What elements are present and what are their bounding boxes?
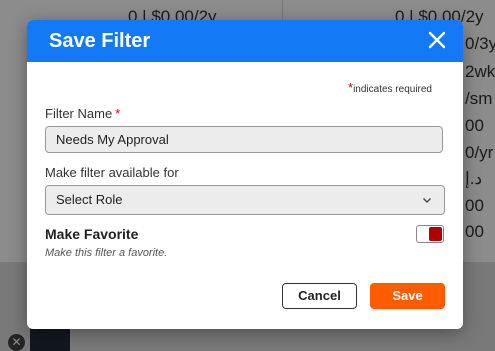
- role-select-value: Select Role: [56, 192, 123, 207]
- required-note: *indicates required: [348, 80, 432, 95]
- save-button[interactable]: Save: [370, 283, 445, 309]
- favorite-description: Make this filter a favorite.: [45, 247, 168, 259]
- filter-name-label: Filter Name *: [45, 106, 120, 121]
- cancel-button[interactable]: Cancel: [282, 283, 357, 309]
- favorite-toggle[interactable]: [416, 225, 444, 243]
- role-select[interactable]: Select Role: [45, 185, 445, 215]
- favorite-title: Make Favorite: [45, 226, 139, 242]
- required-star-icon: *: [115, 106, 121, 121]
- available-for-label: Make filter available for: [45, 165, 179, 180]
- dialog-title: Save Filter: [49, 30, 151, 52]
- save-filter-dialog: Save Filter *indicates required Filter N…: [27, 20, 463, 329]
- filter-name-label-text: Filter Name: [45, 106, 113, 121]
- toggle-knob: [429, 227, 442, 241]
- close-icon[interactable]: [427, 30, 447, 50]
- required-note-text: indicates required: [353, 84, 432, 95]
- chevron-down-icon: [423, 198, 431, 203]
- dialog-header: Save Filter: [27, 20, 463, 62]
- filter-name-input[interactable]: [45, 126, 443, 153]
